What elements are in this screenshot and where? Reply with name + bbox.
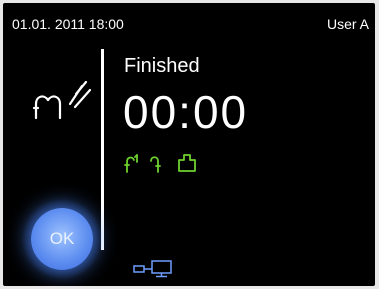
end-drying-icon — [178, 154, 196, 172]
date-time: 01.01. 2011 18:00 — [12, 16, 124, 32]
status-bar: 01.01. 2011 18:00 User A — [3, 3, 375, 43]
user-name: User A — [326, 16, 369, 32]
program-phase-icons — [124, 154, 196, 173]
network-connection-icon — [133, 260, 172, 278]
program-status: Finished — [124, 55, 200, 77]
shower-nozzle-spray-icon — [32, 80, 92, 120]
rinse-spray-icon — [124, 154, 138, 173]
vertical-divider — [101, 49, 104, 250]
rinse-icon — [150, 156, 161, 173]
ok-button[interactable]: OK — [31, 208, 93, 270]
program-timer: 00:00 — [123, 86, 249, 138]
device-screen: 01.01. 2011 18:00 User A Finished 00:00 — [3, 3, 375, 286]
